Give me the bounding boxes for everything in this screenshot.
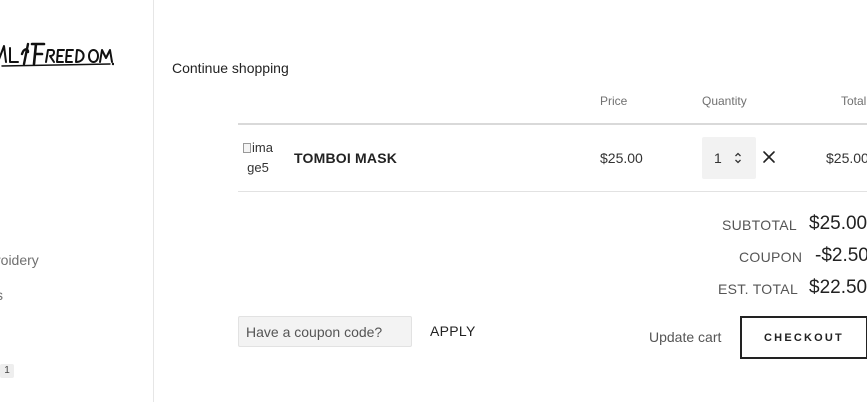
table-header-divider <box>238 123 867 125</box>
update-cart-button[interactable]: Update cart <box>649 329 721 345</box>
checkout-button[interactable]: CHECKOUT <box>740 316 867 359</box>
cart-page: roidery s 1 Continue shopping Price Quan… <box>0 0 867 402</box>
product-price: $25.00 <box>600 150 643 166</box>
quantity-column-header: Quantity <box>702 94 747 108</box>
remove-item-icon[interactable] <box>762 150 776 164</box>
up-down-arrows-icon[interactable] <box>734 151 742 165</box>
coupon-code-input[interactable] <box>238 316 412 347</box>
continue-shopping-link[interactable]: Continue shopping <box>172 60 289 76</box>
table-bottom-divider <box>238 191 867 192</box>
sidebar: roidery s 1 <box>0 0 154 402</box>
est-total-value: $22.50 <box>809 277 867 298</box>
product-image[interactable]: ima ge5 <box>238 138 278 178</box>
est-total-label: EST. TOTAL <box>718 281 799 297</box>
product-name[interactable]: TOMBOI MASK <box>294 150 397 166</box>
quantity-stepper[interactable]: 1 <box>702 137 756 179</box>
broken-image-icon <box>243 143 252 153</box>
total-column-header: Total <box>841 94 867 108</box>
coupon-label: COUPON <box>739 249 803 265</box>
product-image-alt-line1: ima <box>252 140 273 155</box>
coupon-value: -$2.50 <box>815 245 867 266</box>
price-column-header: Price <box>600 94 628 108</box>
site-logo[interactable] <box>0 34 114 74</box>
line-total: $25.00 <box>826 150 867 166</box>
sidebar-item-partial[interactable]: s <box>0 287 3 303</box>
sidebar-item-embroidery[interactable]: roidery <box>0 252 39 268</box>
subtotal-label: SUBTOTAL <box>722 217 798 233</box>
apply-coupon-button[interactable]: APPLY <box>430 323 476 339</box>
subtotal-value: $25.00 <box>809 213 867 234</box>
product-image-alt-line2: ge5 <box>247 160 269 175</box>
cart-count-badge: 1 <box>0 364 14 378</box>
quantity-value[interactable]: 1 <box>714 150 722 166</box>
